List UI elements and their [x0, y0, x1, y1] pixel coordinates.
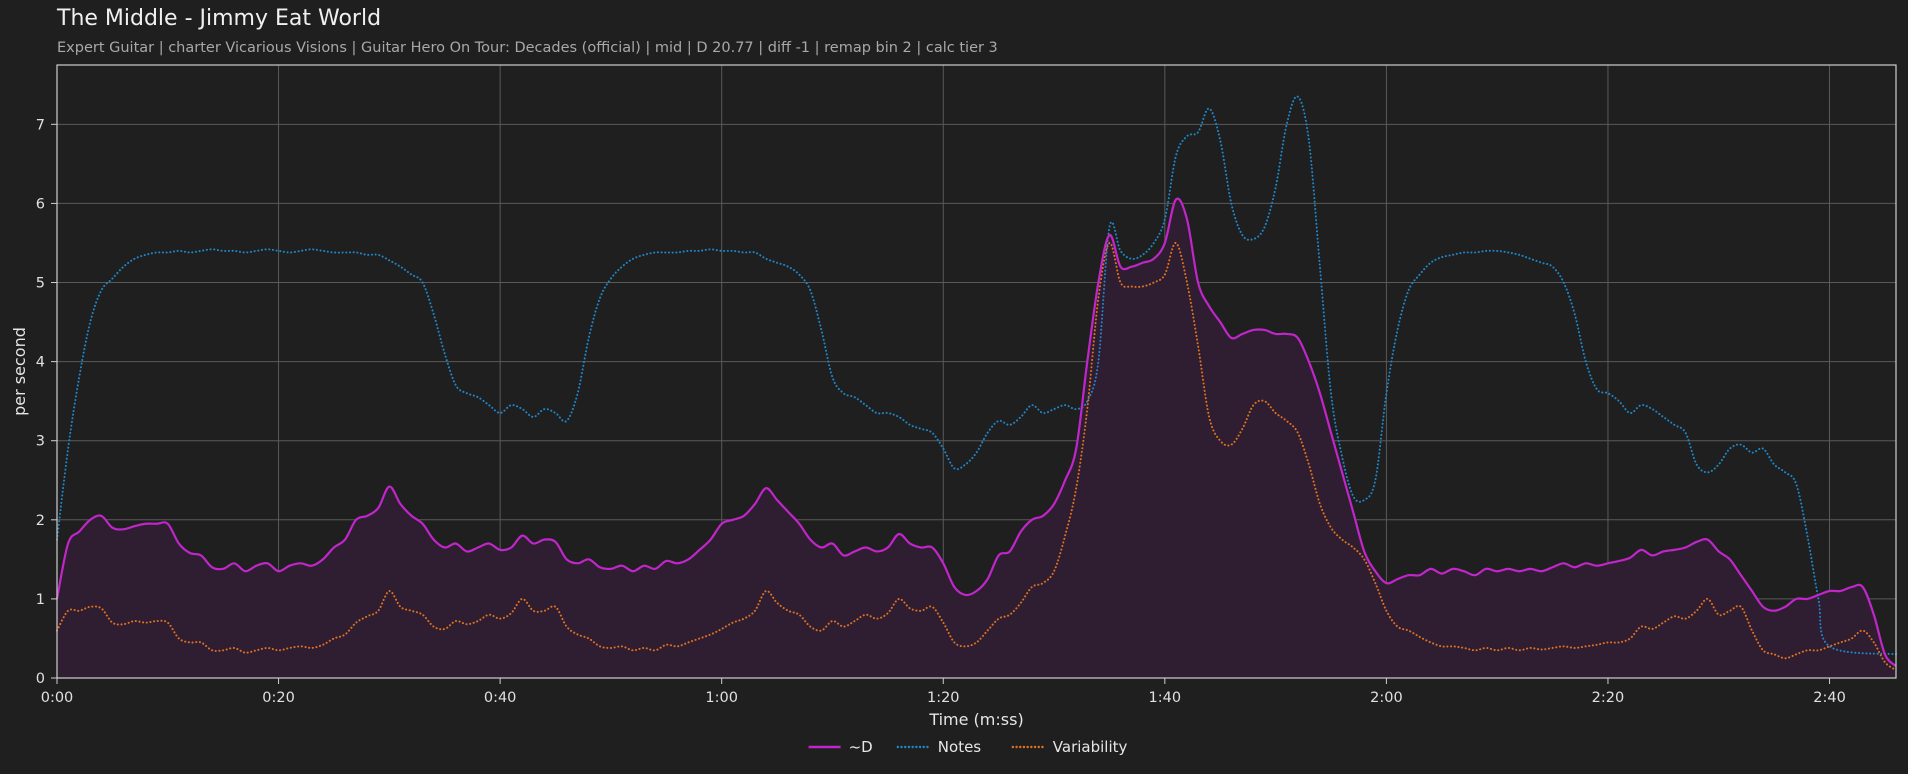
y-tick-label: 7: [36, 117, 45, 133]
y-tick-label: 3: [36, 434, 45, 450]
y-tick-label: 4: [36, 355, 45, 371]
x-tick-label: 2:20: [1592, 690, 1625, 706]
x-axis-label: Time (m:ss): [928, 710, 1023, 729]
x-tick-label: 2:40: [1813, 690, 1846, 706]
x-tick-label: 0:40: [484, 690, 517, 706]
legend-label: Variability: [1053, 738, 1128, 756]
y-tick-label: 6: [36, 196, 45, 212]
series-fill-area: [57, 198, 1896, 678]
y-tick-label: 2: [36, 513, 45, 529]
x-tick-label: 1:00: [705, 690, 738, 706]
legend-label: ~D: [849, 738, 873, 756]
fill-layer: [57, 198, 1896, 678]
legend: ~D Notes Variability: [808, 738, 1128, 756]
chart-svg: 0:00 0:20 0:40 1:00 1:20 1:40 2:00 2:20 2:40 0 1 2 3…: [10, 64, 1897, 756]
legend-label: Notes: [938, 738, 982, 756]
x-tick-label: 0:00: [41, 690, 74, 706]
y-tick-label: 0: [36, 671, 45, 687]
legend-item: ~D: [808, 738, 873, 756]
y-axis-label: per second: [10, 327, 29, 416]
y-tick-label: 5: [36, 276, 45, 292]
x-tick-label: 2:00: [1370, 690, 1403, 706]
legend-item: Notes: [896, 738, 982, 756]
x-tick-label: 1:20: [927, 690, 960, 706]
y-tick-label: 1: [36, 592, 45, 608]
legend-item: Variability: [1011, 738, 1128, 756]
x-tick-label: 0:20: [262, 690, 295, 706]
x-tick-label: 1:40: [1149, 690, 1182, 706]
